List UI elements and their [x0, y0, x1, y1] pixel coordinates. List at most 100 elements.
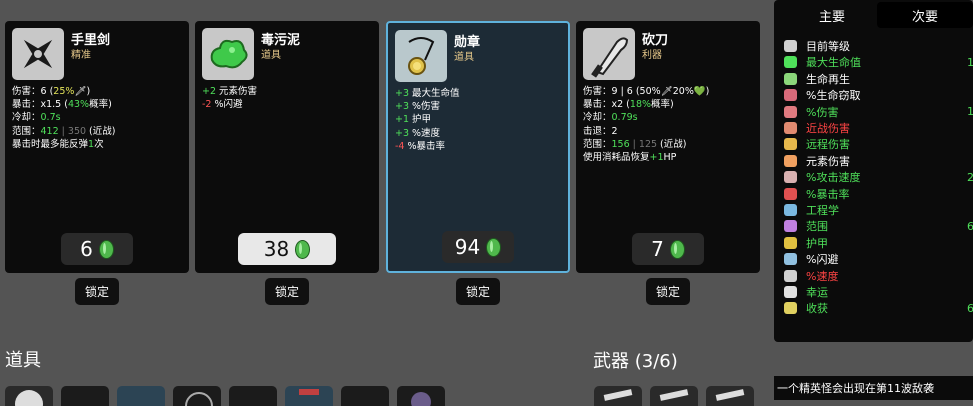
- material-coin-icon: [295, 239, 311, 259]
- stat-icon: [784, 89, 797, 102]
- stat-line: 伤害：6 (25%🗡): [12, 86, 91, 97]
- stat-icon: [784, 40, 797, 52]
- shop-card[interactable]: 毒污泥 道具 +2 元素伤害 -2 %闪避 38: [195, 21, 379, 273]
- lock-button[interactable]: 锁定: [75, 278, 119, 305]
- price-value: 7: [651, 237, 664, 261]
- stat-row[interactable]: %闪避: [784, 251, 973, 267]
- tab-secondary-stats[interactable]: 次要: [877, 2, 973, 28]
- stat-label: 目前等级: [806, 40, 850, 53]
- inventory-item-slot[interactable]: [5, 386, 53, 406]
- inventory-item-slot[interactable]: [285, 386, 333, 406]
- stats-panel: 主要 次要 目前等级最大生命值 16 生命再生 %生命窃取 %伤害 14 近战伤害远程伤害1…: [774, 0, 973, 342]
- stat-line: +2 元素伤害: [202, 86, 258, 97]
- stat-icon: [784, 105, 797, 118]
- stat-label: %暴击率: [806, 187, 850, 201]
- lock-button[interactable]: 锁定: [646, 278, 690, 305]
- stat-line: 范围：156 | 125 (近战): [583, 138, 687, 150]
- stat-label: 最大生命值: [806, 56, 861, 70]
- stat-icon: [784, 253, 797, 266]
- stat-label: 幸运: [806, 286, 828, 299]
- price-value: 38: [263, 237, 290, 261]
- stat-line: 伤害：9 | 6 (50%🗡20%💚): [583, 86, 710, 97]
- stat-label: 收获: [806, 302, 828, 316]
- stat-row[interactable]: 幸运: [784, 284, 973, 300]
- stat-label: %速度: [806, 269, 839, 283]
- stat-line: +3 %伤害: [395, 101, 441, 113]
- buy-button[interactable]: 7: [632, 233, 704, 265]
- item-type: 道具: [454, 52, 474, 63]
- stat-line: +3 %速度: [395, 127, 441, 139]
- machete-icon: [583, 28, 635, 80]
- stat-icon: [784, 138, 797, 151]
- stat-row[interactable]: 生命再生: [784, 71, 973, 87]
- stat-icon: [784, 236, 797, 249]
- stat-label: 护甲: [806, 236, 828, 250]
- shuriken-icon: [12, 28, 64, 80]
- stat-value: 14: [967, 105, 973, 119]
- stat-label: 近战伤害: [806, 122, 850, 135]
- weapon-slot[interactable]: [650, 386, 698, 406]
- stat-icon: [784, 187, 797, 200]
- stat-row[interactable]: %暴击率: [784, 186, 973, 202]
- stat-row[interactable]: 最大生命值 16: [784, 54, 973, 70]
- inventory-item-slot[interactable]: [117, 386, 165, 406]
- stat-row[interactable]: %生命窃取: [784, 87, 973, 103]
- price-value: 94: [454, 235, 481, 259]
- weapons-section-title: 武器 (3/6): [593, 351, 678, 372]
- stat-icon: [784, 269, 797, 282]
- stat-row[interactable]: 护甲: [784, 235, 973, 251]
- medal-icon: [395, 30, 447, 82]
- inventory-item-slot[interactable]: [61, 386, 109, 406]
- stat-row[interactable]: 工程学: [784, 202, 973, 218]
- lock-button[interactable]: 锁定: [265, 278, 309, 305]
- stat-row[interactable]: %速度: [784, 268, 973, 284]
- price-value: 6: [80, 237, 93, 261]
- stat-row[interactable]: 收获 63: [784, 300, 973, 316]
- material-coin-icon: [98, 239, 114, 259]
- stat-icon: [784, 122, 797, 134]
- inventory-item-slot[interactable]: [229, 386, 277, 406]
- item-stats: +2 元素伤害 -2 %闪避: [202, 85, 257, 111]
- stat-line: 暴击：x2 (18%概率): [583, 99, 674, 111]
- stat-label: 工程学: [806, 204, 839, 217]
- stat-row[interactable]: %攻击速度 21: [784, 169, 973, 185]
- stat-value: 63: [967, 301, 973, 315]
- stat-value: 63: [967, 219, 973, 233]
- inventory-item-slot[interactable]: [397, 386, 445, 406]
- stat-label: %生命窃取: [806, 89, 861, 103]
- item-type: 利器: [642, 50, 662, 61]
- inventory-item-slot[interactable]: [341, 386, 389, 406]
- stat-label: 远程伤害: [806, 138, 850, 152]
- stat-label: %伤害: [806, 105, 839, 119]
- items-section-title: 道具: [5, 350, 41, 371]
- inventory-item-slot[interactable]: [173, 386, 221, 406]
- stat-label: %攻击速度: [806, 171, 861, 185]
- stat-icon: [784, 154, 797, 167]
- item-stats: 伤害：6 (25%🗡) 暴击：x1.5 (43%概率) 冷却：0.7s 范围：412 …: [12, 85, 115, 151]
- tab-primary-stats[interactable]: 主要: [778, 2, 886, 28]
- buy-button[interactable]: 38: [238, 233, 336, 265]
- stat-icon: [784, 302, 797, 315]
- weapon-slot[interactable]: [706, 386, 754, 406]
- stat-line: 使用消耗品恢复+1HP: [583, 152, 677, 164]
- shop-card[interactable]: 砍刀 利器 伤害：9 | 6 (50%🗡20%💚) 暴击：x2 (18%概率) 冷却…: [576, 21, 760, 273]
- lock-button[interactable]: 锁定: [456, 278, 500, 305]
- item-stats: +3 最大生命值 +3 %伤害 +1 护甲 +3 %速度 -4 %暴击率: [395, 87, 460, 153]
- stat-row[interactable]: 近战伤害: [784, 120, 973, 136]
- stat-icon: [784, 220, 797, 233]
- buy-button[interactable]: 6: [61, 233, 133, 265]
- stat-row[interactable]: 远程伤害1: [784, 136, 973, 152]
- stat-line: 冷却：0.79s: [583, 112, 638, 124]
- buy-button[interactable]: 94: [442, 231, 514, 263]
- weapon-slot[interactable]: [594, 386, 642, 406]
- stat-line: 暴击：x1.5 (43%概率): [12, 99, 112, 111]
- stat-value: 21: [967, 170, 973, 184]
- shop-card[interactable]: 勋章 道具 +3 最大生命值 +3 %伤害 +1 护甲 +3 %速度 -4 %暴击率 9…: [386, 21, 570, 273]
- stat-line: +1 护甲: [395, 114, 432, 126]
- stat-icon: [784, 286, 797, 298]
- stat-row[interactable]: %伤害 14: [784, 104, 973, 120]
- stat-row[interactable]: 目前等级: [784, 38, 973, 54]
- stat-row[interactable]: 元素伤害: [784, 153, 973, 169]
- shop-card[interactable]: 手里剑 精准 伤害：6 (25%🗡) 暴击：x1.5 (43%概率) 冷却：0.7s…: [5, 21, 189, 273]
- stat-row[interactable]: 范围 63: [784, 218, 973, 234]
